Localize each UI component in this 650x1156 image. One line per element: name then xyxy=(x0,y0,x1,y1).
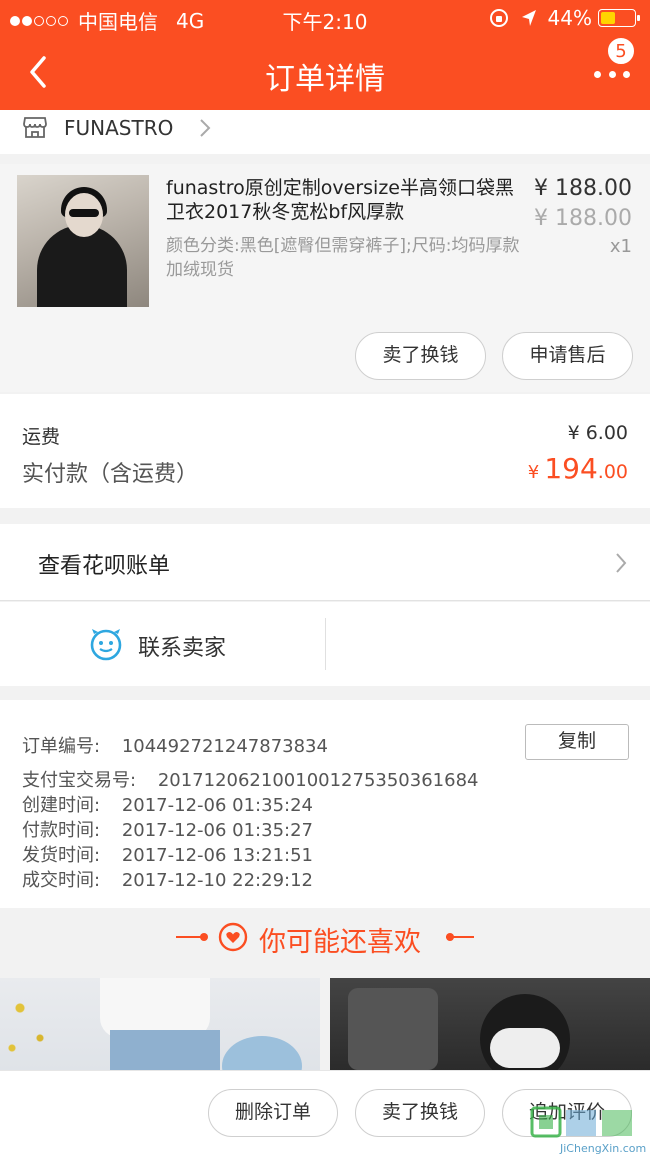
order-no-row: 订单编号: 104492721247873834 xyxy=(22,732,328,758)
total-integer: 194 xyxy=(544,452,598,485)
alipay-row: 支付宝交易号: 2017120621001001275350361684 xyxy=(22,766,478,792)
huabei-bill-row[interactable]: 查看花呗账单 xyxy=(0,524,650,601)
product-original-price: ¥ 188.00 xyxy=(534,206,632,231)
product-name[interactable]: funastro原创定制oversize半高领口袋黑卫衣2017秋冬宽松bf风厚… xyxy=(166,176,526,224)
decor-line xyxy=(446,936,474,938)
copy-button[interactable]: 复制 xyxy=(525,724,629,760)
battery-percent: 44% xyxy=(547,6,592,30)
paid-time: 2017-12-06 01:35:27 xyxy=(121,820,313,841)
chevron-right-icon xyxy=(200,119,211,137)
delete-order-button[interactable]: 删除订单 xyxy=(208,1089,338,1137)
paid-label: 付款时间: xyxy=(22,820,101,841)
order-info: 订单编号: 104492721247873834 复制 支付宝交易号: 2017… xyxy=(0,700,650,908)
navbar: 订单详情 5 xyxy=(0,36,650,110)
product-card[interactable]: funastro原创定制oversize半高领口袋黑卫衣2017秋冬宽松bf风厚… xyxy=(0,164,650,392)
recommend-item[interactable] xyxy=(330,978,650,1070)
shipped-label: 发货时间: xyxy=(22,845,101,866)
total-decimal: .00 xyxy=(597,461,628,483)
product-price: ¥ 188.00 xyxy=(534,176,632,201)
network-label: 4G xyxy=(176,8,205,33)
location-icon xyxy=(521,10,536,26)
product-quantity: x1 xyxy=(609,236,632,257)
divider xyxy=(325,618,326,670)
carrier-label: 中国电信 xyxy=(78,10,158,34)
status-right: 44% xyxy=(488,6,640,30)
shipped-time: 2017-12-06 13:21:51 xyxy=(121,845,313,866)
completed-label: 成交时间: xyxy=(22,870,101,891)
shop-icon xyxy=(23,117,47,138)
signal-icon xyxy=(10,15,70,26)
total-value: ¥ 194.00 xyxy=(528,452,628,485)
resell-button[interactable]: 卖了换钱 xyxy=(355,332,486,380)
shipping-label: 运费 xyxy=(22,426,61,448)
back-icon[interactable] xyxy=(22,52,58,92)
watermark-logo xyxy=(530,1106,632,1138)
order-no: 104492721247873834 xyxy=(121,736,328,757)
aftersale-button[interactable]: 申请售后 xyxy=(502,332,633,380)
recommend-item[interactable] xyxy=(0,978,320,1070)
recommend-header: 你可能还喜欢 xyxy=(0,908,650,978)
order-no-label: 订单编号: xyxy=(22,736,101,757)
created-time: 2017-12-06 01:35:24 xyxy=(121,795,313,816)
recommend-title: 你可能还喜欢 xyxy=(259,927,421,958)
completed-row: 成交时间: 2017-12-10 22:29:12 xyxy=(22,866,313,892)
alipay-no: 2017120621001001275350361684 xyxy=(157,770,479,791)
created-row: 创建时间: 2017-12-06 01:35:24 xyxy=(22,791,313,817)
completed-time: 2017-12-10 22:29:12 xyxy=(121,870,313,891)
total-label: 实付款（含运费） xyxy=(22,462,199,487)
message-badge[interactable]: 5 xyxy=(606,36,636,66)
huabei-label[interactable]: 查看花呗账单 xyxy=(38,548,170,580)
shop-row[interactable]: FUNASTRO xyxy=(0,110,650,154)
fees-section: 运费 ¥ 6.00 实付款（含运费） ¥ 194.00 xyxy=(0,394,650,508)
battery-fill xyxy=(601,12,615,24)
watermark: JiChengXin.com xyxy=(530,1104,647,1155)
shipped-row: 发货时间: 2017-12-06 13:21:51 xyxy=(22,841,313,867)
product-sku: 颜色分类:黑色[遮臀但需穿裤子];尺码:均码厚款加绒现货 xyxy=(166,236,520,280)
total-currency: ¥ xyxy=(527,462,540,483)
shipping-value: ¥ 6.00 xyxy=(567,422,628,444)
page-title: 订单详情 xyxy=(265,62,385,97)
shop-name[interactable]: FUNASTRO xyxy=(64,116,173,140)
battery-icon xyxy=(598,9,640,27)
paid-row: 付款时间: 2017-12-06 01:35:27 xyxy=(22,816,313,842)
contact-smile-icon[interactable] xyxy=(88,626,124,662)
chevron-right-icon xyxy=(616,553,627,573)
more-icon[interactable] xyxy=(594,64,630,84)
product-thumbnail[interactable] xyxy=(17,175,149,307)
created-label: 创建时间: xyxy=(22,795,101,816)
status-bar: 中国电信 4G 下午2:10 44% xyxy=(0,0,650,36)
contact-row: 联系卖家 xyxy=(0,602,650,686)
resell-button[interactable]: 卖了换钱 xyxy=(355,1089,485,1137)
rotation-lock-icon xyxy=(489,9,508,27)
watermark-url: JiChengXin.com xyxy=(560,1142,647,1155)
status-left: 中国电信 4G xyxy=(10,6,204,35)
contact-seller-button[interactable]: 联系卖家 xyxy=(138,630,226,662)
alipay-label: 支付宝交易号: xyxy=(22,770,137,791)
